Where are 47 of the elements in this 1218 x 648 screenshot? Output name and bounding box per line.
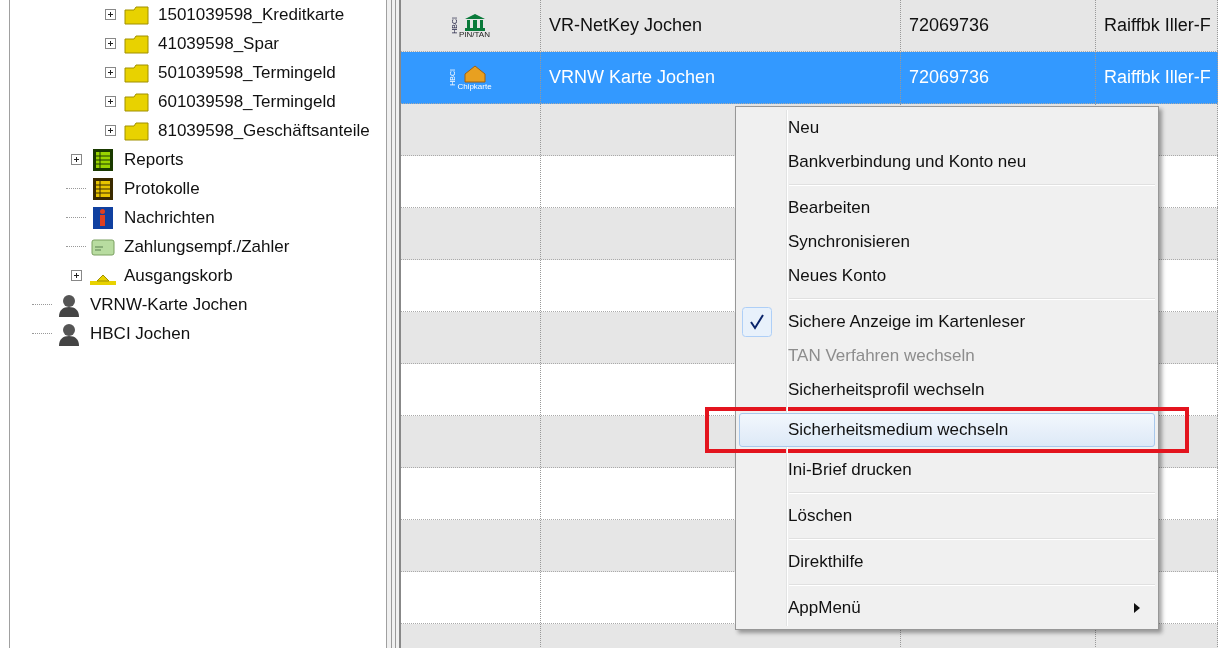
table-cell: VRNW Karte Jochen bbox=[549, 67, 716, 88]
submenu-arrow-icon bbox=[1134, 603, 1140, 613]
tree-item-label[interactable]: 601039598_Termingeld bbox=[158, 91, 336, 112]
menu-item[interactable]: Sicherheitsmedium wechseln bbox=[739, 413, 1155, 447]
tree-item-label[interactable]: Ausgangskorb bbox=[124, 265, 233, 286]
table-cell: 72069736 bbox=[909, 67, 990, 88]
list-icon bbox=[90, 176, 116, 201]
person-icon bbox=[56, 321, 82, 346]
tray-icon bbox=[90, 274, 116, 285]
menu-item[interactable]: Sicherheitsprofil wechseln bbox=[739, 373, 1155, 407]
tree-item-label[interactable]: 41039598_Spar bbox=[158, 33, 279, 54]
tree-item-label[interactable]: HBCI Jochen bbox=[90, 323, 191, 344]
tree-item-label[interactable]: Zahlungsempf./Zahler bbox=[124, 236, 290, 257]
list-icon bbox=[90, 147, 116, 172]
menu-item[interactable]: Bearbeiten bbox=[739, 191, 1155, 225]
house-icon bbox=[462, 64, 487, 83]
table-cell: Raiffbk Iller-F bbox=[1104, 67, 1211, 88]
type-caption: PIN/TAN bbox=[459, 30, 490, 39]
menu-item[interactable]: Neues Konto bbox=[739, 259, 1155, 293]
expand-icon[interactable] bbox=[104, 125, 116, 136]
expand-icon[interactable] bbox=[104, 67, 116, 78]
table-cell: VR-NetKey Jochen bbox=[549, 15, 703, 36]
menu-item[interactable]: Direkthilfe bbox=[739, 545, 1155, 579]
expand-icon[interactable] bbox=[104, 38, 116, 49]
tree-item-label[interactable]: Nachrichten bbox=[124, 207, 215, 228]
info-icon bbox=[90, 205, 116, 230]
menu-item[interactable]: Sichere Anzeige im Kartenleser bbox=[739, 305, 1155, 339]
bank-icon bbox=[462, 12, 487, 31]
menu-item[interactable]: Löschen bbox=[739, 499, 1155, 533]
tree-item-label[interactable]: Protokolle bbox=[124, 178, 200, 199]
table-cell: Raiffbk Iller-F bbox=[1104, 15, 1211, 36]
type-caption: Chipkarte bbox=[457, 82, 492, 91]
splitter[interactable] bbox=[387, 0, 401, 648]
tree-item-label[interactable]: VRNW-Karte Jochen bbox=[90, 294, 248, 315]
expand-icon[interactable] bbox=[70, 154, 82, 165]
tree-item-label[interactable]: 1501039598_Kreditkarte bbox=[158, 4, 345, 25]
menu-item[interactable]: Ini-Brief drucken bbox=[739, 453, 1155, 487]
expand-icon[interactable] bbox=[104, 96, 116, 107]
tree-item-label[interactable]: 501039598_Termingeld bbox=[158, 62, 336, 83]
expand-icon[interactable] bbox=[70, 270, 82, 281]
menu-item[interactable]: Bankverbindung und Konto neu bbox=[739, 145, 1155, 179]
tree-item-label[interactable]: Reports bbox=[124, 149, 184, 170]
person-icon bbox=[56, 292, 82, 317]
table-cell: 72069736 bbox=[909, 15, 990, 36]
expand-icon[interactable] bbox=[104, 9, 116, 20]
menu-item[interactable]: AppMenü bbox=[739, 591, 1155, 625]
tree-item-label[interactable]: 81039598_Geschäftsanteile bbox=[158, 120, 370, 141]
